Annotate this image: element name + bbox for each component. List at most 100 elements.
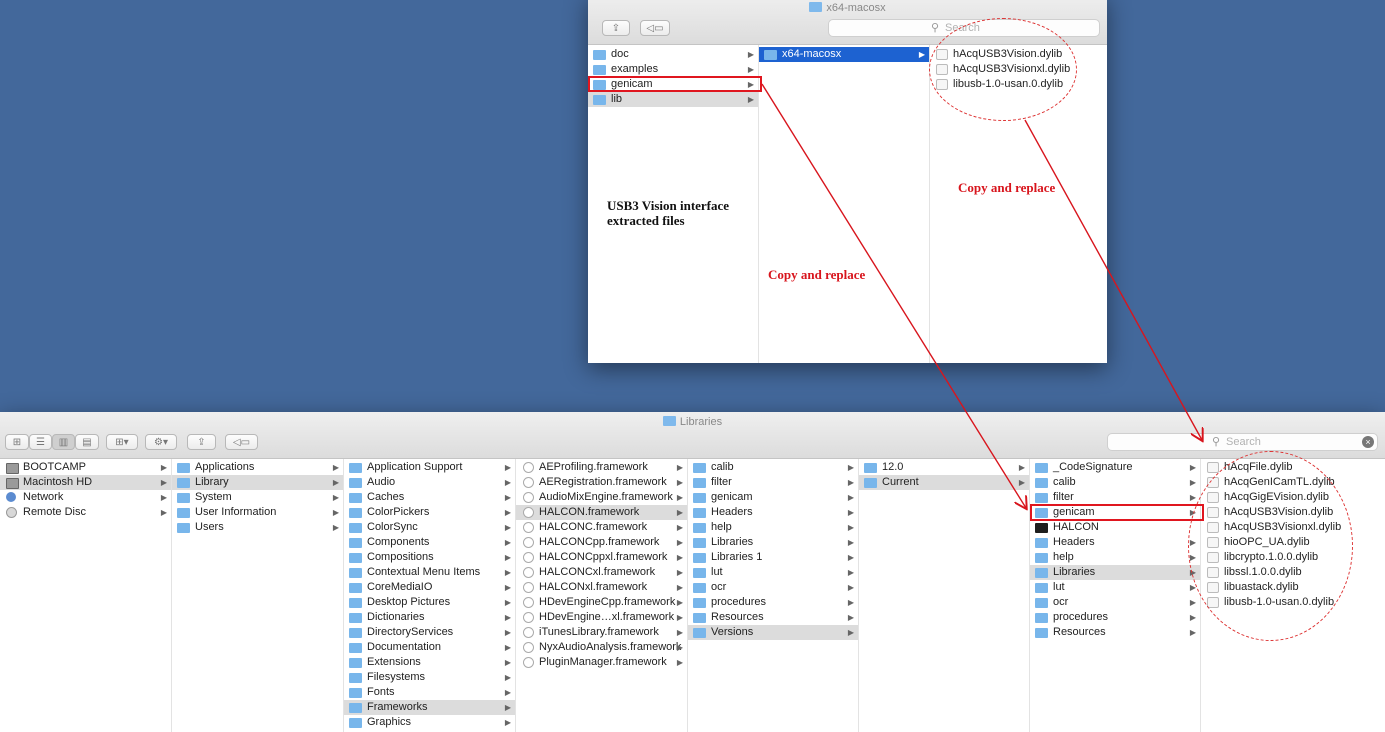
view-coverflow-button[interactable]: ▤ <box>75 434 99 450</box>
list-item-label: Libraries <box>711 536 754 548</box>
framework-icon <box>523 537 534 548</box>
list-item[interactable]: HALCONCxl.framework ▶ <box>516 565 687 580</box>
list-item[interactable]: Caches ▶ <box>344 490 515 505</box>
list-item[interactable]: ocr ▶ <box>1030 595 1200 610</box>
list-item[interactable]: Graphics ▶ <box>344 715 515 730</box>
chevron-right-icon: ▶ <box>847 583 854 592</box>
list-item[interactable]: Macintosh HD ▶ <box>0 475 171 490</box>
list-item[interactable]: Versions ▶ <box>688 625 858 640</box>
list-item[interactable]: Compositions ▶ <box>344 550 515 565</box>
list-item[interactable]: HDevEngine…xl.framework ▶ <box>516 610 687 625</box>
list-item[interactable]: procedures ▶ <box>1030 610 1200 625</box>
chevron-right-icon: ▶ <box>847 568 854 577</box>
tag-button[interactable]: ◁▭ <box>225 434 258 450</box>
list-item[interactable]: doc ▶ <box>588 47 758 62</box>
list-item[interactable]: Audio ▶ <box>344 475 515 490</box>
list-item[interactable]: NyxAudioAnalysis.framework ▶ <box>516 640 687 655</box>
view-column-button[interactable]: ▥ <box>52 434 75 450</box>
list-item[interactable]: iTunesLibrary.framework ▶ <box>516 625 687 640</box>
list-item-label: Users <box>195 521 224 533</box>
list-item[interactable]: Libraries 1 ▶ <box>688 550 858 565</box>
share-button[interactable]: ⇪ <box>187 434 216 450</box>
view-icon-button[interactable]: ⊞ <box>5 434 29 450</box>
list-item[interactable]: HALCON <box>1030 520 1200 535</box>
list-item[interactable]: genicam ▶ <box>688 490 858 505</box>
list-item[interactable]: Application Support ▶ <box>344 460 515 475</box>
list-item[interactable]: lib ▶ <box>588 92 758 107</box>
list-item[interactable]: HALCONxl.framework ▶ <box>516 580 687 595</box>
list-item[interactable]: Libraries ▶ <box>688 535 858 550</box>
list-item[interactable]: HALCON.framework ▶ <box>516 505 687 520</box>
list-item[interactable]: HALCONCpp.framework ▶ <box>516 535 687 550</box>
list-item[interactable]: Dictionaries ▶ <box>344 610 515 625</box>
folder-icon <box>349 688 362 698</box>
list-item[interactable]: User Information ▶ <box>172 505 343 520</box>
list-item[interactable]: ColorSync ▶ <box>344 520 515 535</box>
list-item[interactable]: Resources ▶ <box>688 610 858 625</box>
list-item[interactable]: Contextual Menu Items ▶ <box>344 565 515 580</box>
list-item[interactable]: filter ▶ <box>688 475 858 490</box>
tag-button[interactable]: ◁▭ <box>640 20 670 36</box>
list-item[interactable]: help ▶ <box>688 520 858 535</box>
list-item[interactable]: AERegistration.framework ▶ <box>516 475 687 490</box>
list-item[interactable]: procedures ▶ <box>688 595 858 610</box>
list-item[interactable]: Resources ▶ <box>1030 625 1200 640</box>
list-item[interactable]: ColorPickers ▶ <box>344 505 515 520</box>
clear-search-icon[interactable]: × <box>1362 436 1374 448</box>
folder-icon <box>693 628 706 638</box>
list-item[interactable]: ocr ▶ <box>688 580 858 595</box>
list-item[interactable]: Network ▶ <box>0 490 171 505</box>
chevron-right-icon: ▶ <box>1018 463 1025 472</box>
list-item[interactable]: Headers ▶ <box>688 505 858 520</box>
list-item[interactable]: AudioMixEngine.framework ▶ <box>516 490 687 505</box>
list-item[interactable]: Filesystems ▶ <box>344 670 515 685</box>
share-button[interactable]: ⇪ <box>602 20 630 36</box>
list-item[interactable]: calib ▶ <box>1030 475 1200 490</box>
list-item-label: Resources <box>1053 626 1106 638</box>
list-item[interactable]: Desktop Pictures ▶ <box>344 595 515 610</box>
list-item[interactable]: HALCONCppxl.framework ▶ <box>516 550 687 565</box>
chevron-right-icon: ▶ <box>918 50 925 59</box>
view-list-button[interactable]: ☰ <box>29 434 52 450</box>
arrange-button[interactable]: ⊞▾ <box>106 434 138 450</box>
list-item[interactable]: calib ▶ <box>688 460 858 475</box>
list-item[interactable]: lut ▶ <box>1030 580 1200 595</box>
list-item[interactable]: PluginManager.framework ▶ <box>516 655 687 670</box>
action-button[interactable]: ⚙▾ <box>145 434 177 450</box>
list-item-label: NyxAudioAnalysis.framework <box>539 641 682 653</box>
list-item[interactable]: HALCONC.framework ▶ <box>516 520 687 535</box>
list-item-label: HALCONCppxl.framework <box>539 551 668 563</box>
folder-icon <box>693 613 706 623</box>
list-item[interactable]: Users ▶ <box>172 520 343 535</box>
folder-icon <box>693 538 706 548</box>
list-item[interactable]: Fonts ▶ <box>344 685 515 700</box>
list-item[interactable]: System ▶ <box>172 490 343 505</box>
list-item[interactable]: Frameworks ▶ <box>344 700 515 715</box>
list-item[interactable]: Libraries ▶ <box>1030 565 1200 580</box>
list-item[interactable]: _CodeSignature ▶ <box>1030 460 1200 475</box>
bottom-search-field[interactable]: ⚲ Search × <box>1107 433 1378 451</box>
chevron-right-icon: ▶ <box>676 538 683 547</box>
list-item[interactable]: lut ▶ <box>688 565 858 580</box>
list-item[interactable]: examples ▶ <box>588 62 758 77</box>
list-item[interactable]: 12.0 ▶ <box>859 460 1029 475</box>
list-item[interactable]: x64-macosx ▶ <box>759 47 929 62</box>
list-item[interactable]: Extensions ▶ <box>344 655 515 670</box>
list-item[interactable]: AEProfiling.framework ▶ <box>516 460 687 475</box>
list-item[interactable]: HDevEngineCpp.framework ▶ <box>516 595 687 610</box>
list-item-label: HALCONCpp.framework <box>539 536 660 548</box>
list-item[interactable]: BOOTCAMP ▶ <box>0 460 171 475</box>
list-item[interactable]: Remote Disc ▶ <box>0 505 171 520</box>
list-item[interactable]: Library ▶ <box>172 475 343 490</box>
list-item[interactable]: Components ▶ <box>344 535 515 550</box>
list-item[interactable]: Current ▶ <box>859 475 1029 490</box>
list-item[interactable]: help ▶ <box>1030 550 1200 565</box>
list-item[interactable]: CoreMediaIO ▶ <box>344 580 515 595</box>
list-item-label: Headers <box>711 506 753 518</box>
list-item[interactable]: Documentation ▶ <box>344 640 515 655</box>
list-item[interactable]: DirectoryServices ▶ <box>344 625 515 640</box>
list-item[interactable]: filter ▶ <box>1030 490 1200 505</box>
list-item[interactable]: Applications ▶ <box>172 460 343 475</box>
list-item[interactable]: Headers ▶ <box>1030 535 1200 550</box>
chevron-right-icon: ▶ <box>504 463 511 472</box>
